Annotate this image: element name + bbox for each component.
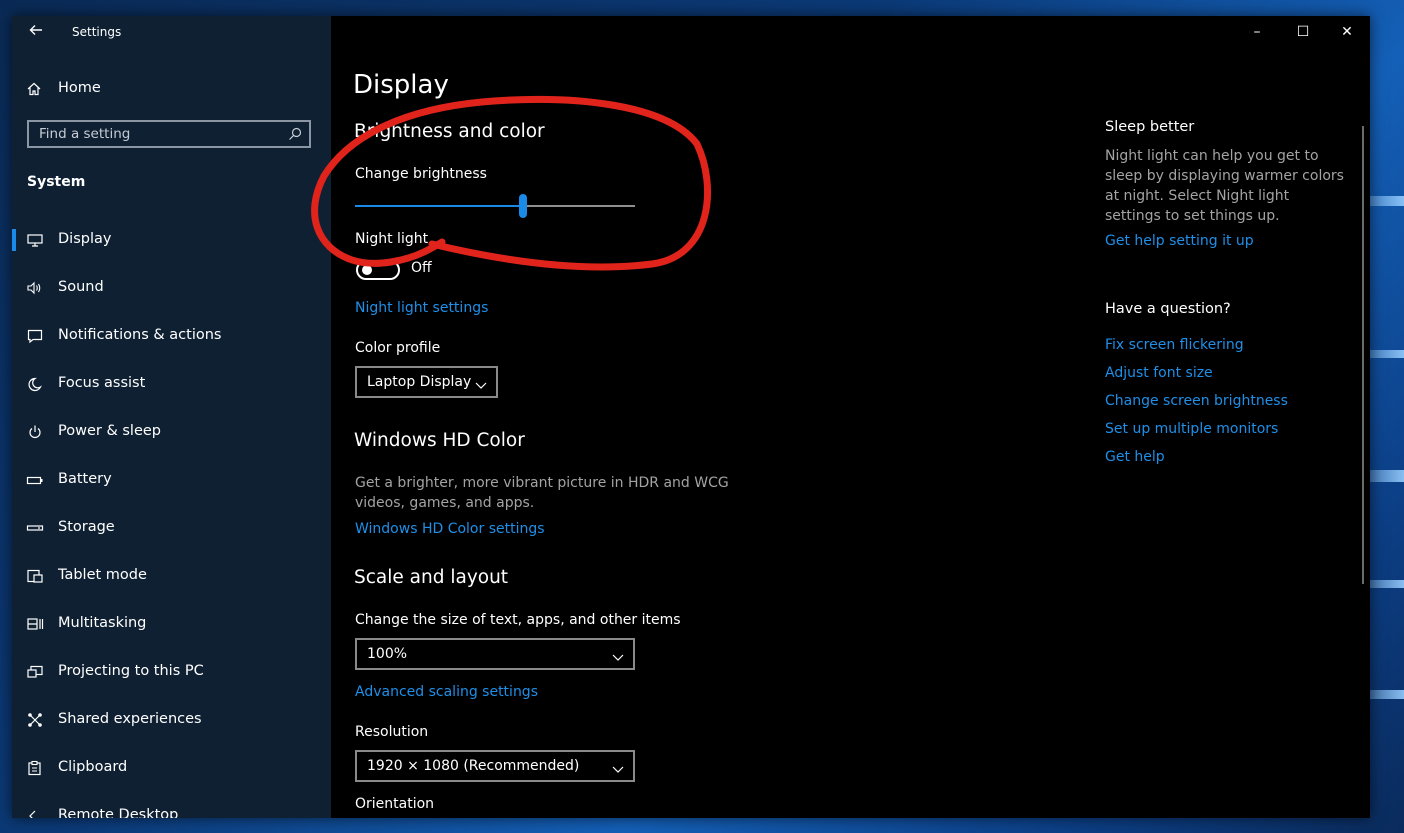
slider-thumb[interactable] (519, 194, 527, 218)
scale-label: Change the size of text, apps, and other… (355, 612, 681, 628)
dropdown-value: 1920 × 1080 (Recommended) (367, 758, 580, 774)
storage-icon (26, 520, 44, 536)
sidebar-item-label: Remote Desktop (58, 807, 179, 818)
night-light-toggle[interactable] (356, 260, 400, 280)
sidebar-item-tablet-mode[interactable]: Tablet mode (12, 556, 331, 596)
get-help-setting-link[interactable]: Get help setting it up (1105, 233, 1254, 249)
shared-experiences-icon (26, 712, 44, 728)
minimize-button[interactable]: – (1234, 16, 1280, 48)
night-light-state: Off (411, 260, 432, 276)
section-label-system: System (27, 174, 86, 190)
advanced-scaling-link[interactable]: Advanced scaling settings (355, 684, 538, 700)
color-profile-label: Color profile (355, 340, 441, 356)
sidebar-item-focus-assist[interactable]: Focus assist (12, 364, 331, 404)
maximize-button[interactable]: ☐ (1280, 16, 1326, 48)
sidebar-item-battery[interactable]: Battery (12, 460, 331, 500)
sidebar-item-label: Shared experiences (58, 711, 202, 727)
heading-hd-color: Windows HD Color (354, 430, 525, 451)
sidebar-item-shared-experiences[interactable]: Shared experiences (12, 700, 331, 740)
get-help-link[interactable]: Get help (1105, 449, 1165, 465)
dropdown-value: 100% (367, 646, 408, 662)
sidebar-item-label: Battery (58, 471, 112, 487)
window-title: Settings (72, 25, 122, 39)
search-icon[interactable] (287, 126, 303, 142)
battery-icon (26, 472, 44, 488)
active-indicator (12, 229, 16, 251)
slider-track-fill (355, 205, 523, 207)
tablet-mode-icon (26, 568, 44, 584)
chevron-down-icon (474, 376, 488, 389)
sleep-better-title: Sleep better (1105, 119, 1195, 135)
change-screen-brightness-link[interactable]: Change screen brightness (1105, 393, 1288, 409)
heading-brightness-color: Brightness and color (354, 121, 545, 142)
chevron-down-icon (611, 648, 625, 661)
night-light-label: Night light (355, 231, 429, 247)
toggle-knob (362, 265, 372, 275)
sidebar-item-home[interactable]: Home (12, 72, 331, 106)
sidebar-item-multitasking[interactable]: Multitasking (12, 604, 331, 644)
sidebar-item-clipboard[interactable]: Clipboard (12, 748, 331, 788)
dropdown-value: Laptop Display (367, 374, 472, 390)
hd-color-description: Get a brighter, more vibrant picture in … (355, 475, 729, 511)
heading-scale-layout: Scale and layout (354, 567, 509, 588)
resolution-label: Resolution (355, 724, 429, 740)
close-button[interactable]: ✕ (1324, 16, 1370, 48)
speaker-icon (26, 280, 44, 296)
back-arrow-icon[interactable] (28, 22, 46, 40)
sidebar-item-projecting[interactable]: Projecting to this PC (12, 652, 331, 692)
sidebar-item-label: Multitasking (58, 615, 147, 631)
hd-color-settings-link[interactable]: Windows HD Color settings (355, 521, 545, 537)
scrollbar[interactable] (1362, 126, 1364, 584)
sidebar-item-label: Sound (58, 279, 104, 295)
sidebar-item-power-sleep[interactable]: Power & sleep (12, 412, 331, 452)
clipboard-icon (26, 760, 44, 776)
notification-icon (26, 328, 44, 344)
adjust-font-size-link[interactable]: Adjust font size (1105, 365, 1213, 381)
monitor-icon (26, 232, 44, 248)
color-profile-dropdown[interactable]: Laptop Display (355, 366, 498, 398)
sidebar-item-storage[interactable]: Storage (12, 508, 331, 548)
sidebar-item-label: Clipboard (58, 759, 128, 775)
sidebar-item-label: Home (58, 80, 101, 96)
sidebar-item-label: Focus assist (58, 375, 146, 391)
night-light-settings-link[interactable]: Night light settings (355, 300, 488, 316)
chevron-down-icon (611, 760, 625, 773)
sidebar-item-remote-desktop[interactable]: Remote Desktop (12, 796, 331, 818)
sidebar-item-label: Storage (58, 519, 115, 535)
content-pane: – ☐ ✕ Display Brightness and color Chang… (331, 16, 1370, 818)
sidebar-item-label: Notifications & actions (58, 327, 222, 343)
remote-desktop-icon (26, 808, 44, 818)
title-bar: Settings (12, 16, 331, 50)
resolution-dropdown[interactable]: 1920 × 1080 (Recommended) (355, 750, 635, 782)
sidebar-item-label: Power & sleep (58, 423, 161, 439)
search-input[interactable] (29, 122, 299, 146)
sidebar-item-label: Display (58, 231, 112, 247)
projecting-icon (26, 664, 44, 680)
page-title: Display (353, 70, 449, 100)
search-box[interactable] (27, 120, 311, 148)
brightness-slider[interactable] (355, 194, 635, 218)
sidebar-item-display[interactable]: Display (12, 220, 331, 260)
fix-screen-flickering-link[interactable]: Fix screen flickering (1105, 337, 1244, 353)
brightness-label: Change brightness (355, 166, 487, 182)
moon-icon (26, 376, 44, 392)
set-up-multiple-monitors-link[interactable]: Set up multiple monitors (1105, 421, 1278, 437)
have-question-title: Have a question? (1105, 301, 1231, 317)
power-icon (26, 424, 44, 440)
sidebar-item-notifications[interactable]: Notifications & actions (12, 316, 331, 356)
sidebar: Settings Home System Display (12, 16, 331, 818)
home-icon (26, 81, 42, 97)
sidebar-item-label: Projecting to this PC (58, 663, 204, 679)
scale-dropdown[interactable]: 100% (355, 638, 635, 670)
settings-window: Settings Home System Display (12, 16, 1370, 818)
orientation-label: Orientation (355, 796, 435, 812)
multitasking-icon (26, 616, 44, 632)
sleep-better-description: Night light can help you get to sleep by… (1105, 148, 1344, 224)
sidebar-item-label: Tablet mode (58, 567, 147, 583)
sidebar-item-sound[interactable]: Sound (12, 268, 331, 308)
